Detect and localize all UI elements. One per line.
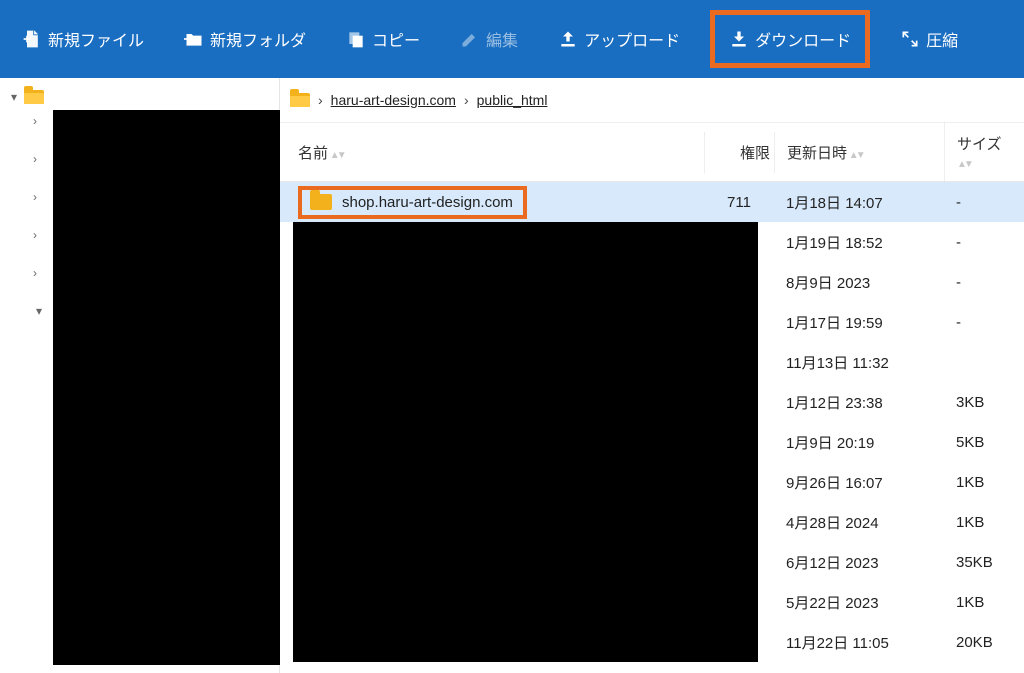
download-button[interactable]: ダウンロード bbox=[710, 10, 870, 68]
folder-open-icon bbox=[24, 90, 44, 104]
edit-button[interactable]: 編集 bbox=[450, 17, 528, 61]
file-size: - bbox=[944, 304, 1024, 341]
file-name: shop.haru-art-design.com bbox=[342, 194, 513, 211]
breadcrumb-separator: › bbox=[464, 92, 469, 108]
column-name-header[interactable]: 名前 ▲▼ bbox=[280, 132, 704, 173]
sort-icon: ▲▼ bbox=[849, 150, 863, 161]
table-body: shop.haru-art-design.com7111月18日 14:07-1… bbox=[280, 182, 1024, 662]
file-size: 5KB bbox=[944, 424, 1024, 461]
file-date: 1月19日 18:52 bbox=[774, 222, 944, 263]
new-file-button[interactable]: 新規ファイル bbox=[12, 17, 154, 61]
table-row[interactable]: shop.haru-art-design.com 7111月18日 14:07- bbox=[280, 182, 1024, 222]
folder-open-icon bbox=[290, 93, 310, 107]
file-date: 1月18日 14:07 bbox=[774, 182, 944, 223]
file-date: 4月28日 2024 bbox=[774, 502, 944, 543]
file-size: 1KB bbox=[944, 464, 1024, 501]
file-date: 11月22日 11:05 bbox=[774, 622, 944, 663]
file-size: - bbox=[944, 224, 1024, 261]
compress-icon bbox=[900, 29, 920, 49]
breadcrumb: › haru-art-design.com › public_html bbox=[280, 78, 1024, 123]
file-date: 8月9日 2023 bbox=[774, 262, 944, 303]
new-folder-label: 新規フォルダ bbox=[210, 27, 306, 51]
sort-icon: ▲▼ bbox=[330, 150, 344, 161]
sort-icon: ▲▼ bbox=[957, 159, 971, 170]
edit-label: 編集 bbox=[486, 27, 518, 51]
main-area: ▾ › › › › › ▾ › haru-art-design.com › pu… bbox=[0, 78, 1024, 673]
file-size: - bbox=[944, 264, 1024, 301]
tree-child-toggles: › › › › › ▾ bbox=[33, 114, 45, 318]
file-date: 1月12日 23:38 bbox=[774, 382, 944, 423]
table-header: 名前 ▲▼ 権限 更新日時 ▲▼ サイズ ▲▼ bbox=[280, 123, 1024, 182]
content-redacted bbox=[293, 222, 758, 662]
breadcrumb-separator: › bbox=[318, 92, 323, 108]
download-label: ダウンロード bbox=[755, 27, 851, 51]
file-size: 1KB bbox=[944, 584, 1024, 621]
breadcrumb-segment[interactable]: haru-art-design.com bbox=[331, 92, 456, 108]
chevron-right-icon[interactable]: › bbox=[33, 266, 45, 280]
chevron-right-icon[interactable]: › bbox=[33, 190, 45, 204]
sidebar-redacted bbox=[53, 110, 280, 665]
copy-icon bbox=[346, 29, 366, 49]
new-file-label: 新規ファイル bbox=[48, 27, 144, 51]
copy-button[interactable]: コピー bbox=[336, 17, 430, 61]
file-date: 9月26日 16:07 bbox=[774, 462, 944, 503]
folder-plus-icon bbox=[184, 29, 204, 49]
copy-label: コピー bbox=[372, 27, 420, 51]
file-date: 1月17日 19:59 bbox=[774, 302, 944, 343]
chevron-right-icon[interactable]: › bbox=[33, 152, 45, 166]
folder-icon bbox=[310, 194, 332, 210]
sidebar: ▾ › › › › › ▾ bbox=[0, 78, 280, 673]
chevron-right-icon[interactable]: › bbox=[33, 228, 45, 242]
chevron-down-icon[interactable]: ▾ bbox=[8, 90, 20, 104]
content-pane: › haru-art-design.com › public_html 名前 ▲… bbox=[280, 78, 1024, 673]
file-size: 1KB bbox=[944, 504, 1024, 541]
chevron-right-icon[interactable]: › bbox=[33, 114, 45, 128]
upload-label: アップロード bbox=[584, 27, 680, 51]
file-permission: 711 bbox=[704, 184, 774, 221]
file-size bbox=[944, 352, 1024, 372]
file-size: 35KB bbox=[944, 544, 1024, 581]
file-size: 20KB bbox=[944, 624, 1024, 661]
download-icon bbox=[729, 29, 749, 49]
column-size-header[interactable]: サイズ ▲▼ bbox=[944, 123, 1024, 181]
new-folder-button[interactable]: 新規フォルダ bbox=[174, 17, 316, 61]
compress-button[interactable]: 圧縮 bbox=[890, 17, 968, 61]
tree-root[interactable]: ▾ bbox=[0, 86, 279, 110]
column-perm-header[interactable]: 権限 bbox=[704, 132, 774, 173]
compress-label: 圧縮 bbox=[926, 27, 958, 51]
file-size: 3KB bbox=[944, 384, 1024, 421]
pencil-icon bbox=[460, 29, 480, 49]
file-date: 5月22日 2023 bbox=[774, 582, 944, 623]
upload-icon bbox=[558, 29, 578, 49]
file-date: 11月13日 11:32 bbox=[774, 342, 944, 383]
toolbar: 新規ファイル 新規フォルダ コピー 編集 アップロード ダウンロード 圧縮 bbox=[0, 0, 1024, 78]
file-date: 1月9日 20:19 bbox=[774, 422, 944, 463]
file-date: 6月12日 2023 bbox=[774, 542, 944, 583]
column-date-header[interactable]: 更新日時 ▲▼ bbox=[774, 132, 944, 173]
file-size: - bbox=[944, 184, 1024, 221]
upload-button[interactable]: アップロード bbox=[548, 17, 690, 61]
chevron-down-icon[interactable]: ▾ bbox=[33, 304, 45, 318]
breadcrumb-segment[interactable]: public_html bbox=[477, 92, 548, 108]
file-plus-icon bbox=[22, 29, 42, 49]
